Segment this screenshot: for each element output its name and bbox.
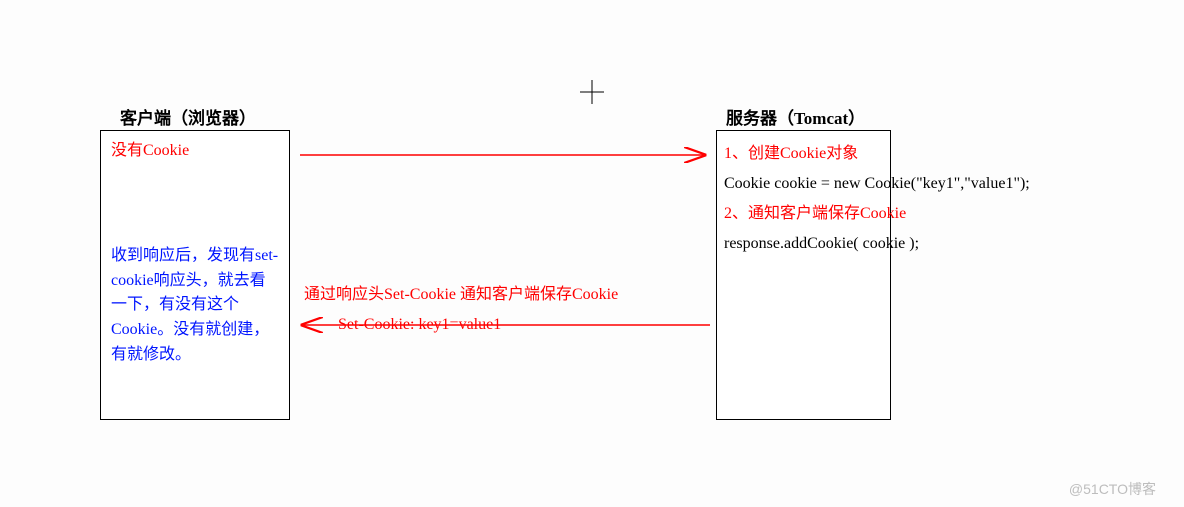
server-title: 服务器（Tomcat） [726, 104, 865, 129]
server-step1: 1、创建Cookie对象 [724, 142, 858, 166]
set-cookie-header: Set-Cookie: key1=value1 [338, 316, 501, 334]
client-response-note: 收到响应后，发现有set-cookie响应头，就去看一下，有没有这个Cookie… [111, 244, 279, 368]
server-code1: Cookie cookie = new Cookie("key1","value… [724, 172, 1030, 196]
server-code2: response.addCookie( cookie ); [724, 232, 919, 256]
client-title: 客户端（浏览器） [120, 104, 256, 129]
client-no-cookie-text: 没有Cookie [111, 139, 279, 164]
server-step2: 2、通知客户端保存Cookie [724, 202, 906, 226]
watermark: @51CTO博客 [1069, 479, 1156, 499]
cursor-crosshair [580, 80, 604, 109]
client-box: 没有Cookie 收到响应后，发现有set-cookie响应头，就去看一下，有没… [100, 130, 290, 420]
response-header-note: 通过响应头Set-Cookie 通知客户端保存Cookie [304, 280, 618, 304]
